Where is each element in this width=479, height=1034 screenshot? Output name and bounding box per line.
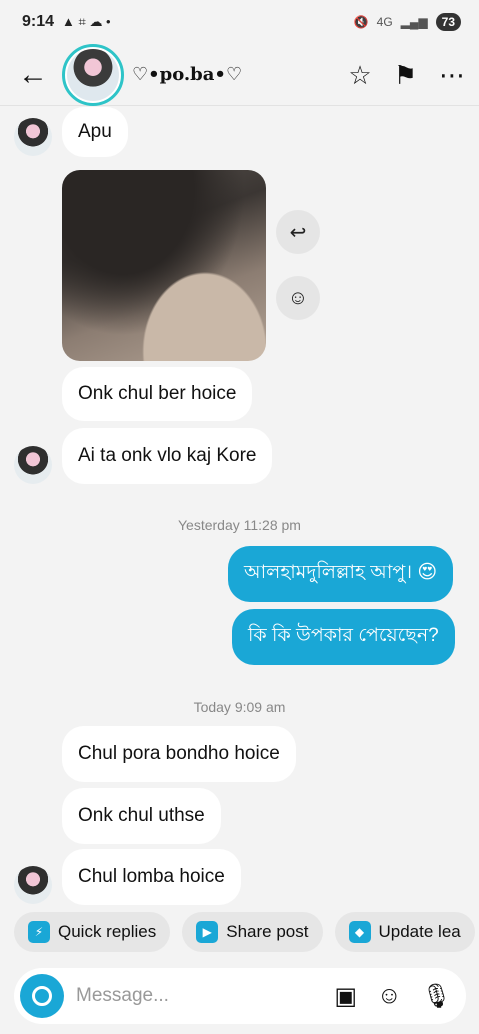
lightning-icon: ⚡ <box>28 921 50 943</box>
contact-avatar[interactable] <box>62 43 124 106</box>
composer-icons: ▣ ☺ 🎙 <box>334 982 452 1011</box>
timestamp: Yesterday 11:28 pm <box>178 517 301 533</box>
message-bubble[interactable]: Chul lomba hoice <box>62 849 241 905</box>
sent-message-bubble[interactable]: আলহামদুলিল্লাহ আপু। 😍 <box>228 546 454 602</box>
microphone-icon[interactable]: 🎙 <box>422 982 452 1011</box>
message-bubble[interactable]: Onk chul ber hoice <box>62 367 253 421</box>
mute-icon: 🔇 <box>353 15 369 29</box>
more-options-icon[interactable]: ⋯ <box>439 62 465 88</box>
sender-avatar[interactable] <box>14 866 52 904</box>
sent-message-bubble[interactable]: কি কি উপকার পেয়েছেন? <box>232 609 455 665</box>
header-actions: ☆ ⚑ ⋯ <box>348 62 465 88</box>
network-label: 4G <box>376 15 393 29</box>
flag-icon[interactable]: ⚑ <box>394 62 417 88</box>
quick-replies-button[interactable]: ⚡ Quick replies <box>14 912 171 952</box>
quick-actions-bar: ⚡ Quick replies ▶ Share post ◆ Update le… <box>14 912 475 952</box>
camera-icon[interactable] <box>20 974 64 1018</box>
share-post-button[interactable]: ▶ Share post <box>182 912 323 952</box>
update-lead-label: Update lea <box>378 922 461 941</box>
message-bubble[interactable]: Ai ta onk vlo kaj Kore <box>62 428 273 484</box>
message-composer: ▣ ☺ 🎙 <box>14 968 466 1024</box>
status-time: 9:14 <box>22 13 55 30</box>
quick-replies-label: Quick replies <box>58 922 157 941</box>
sticker-icon[interactable]: ☺ <box>377 982 402 1011</box>
update-lead-button[interactable]: ◆ Update lea <box>334 912 475 952</box>
message-input[interactable] <box>76 985 296 1007</box>
sender-avatar[interactable] <box>14 118 52 156</box>
gallery-icon[interactable]: ▣ <box>334 982 357 1011</box>
chat-header: ← ♡•po.ba•♡ ☆ ⚑ ⋯ <box>0 43 479 106</box>
battery-badge: 73 <box>435 13 461 31</box>
message-bubble[interactable]: Chul pora bondho hoice <box>62 726 296 782</box>
message-photo[interactable] <box>62 170 266 361</box>
message-bubble[interactable]: Apu <box>62 107 128 157</box>
status-right: 🔇 4G ▂▄▆ 73 <box>354 13 461 31</box>
star-icon[interactable]: ☆ <box>348 62 371 88</box>
status-notification-icons: ▲ ⌗ ☁ • <box>62 14 111 29</box>
timestamp: Today 9:09 am <box>193 699 286 715</box>
avatar-image <box>67 48 119 101</box>
back-arrow-icon[interactable]: ← <box>18 59 50 90</box>
sender-avatar[interactable] <box>14 446 52 484</box>
camera-lens <box>32 986 52 1006</box>
message-bubble[interactable]: Onk chul uthse <box>62 788 221 844</box>
play-icon: ▶ <box>196 921 219 943</box>
contact-name[interactable]: ♡•po.ba•♡ <box>132 64 242 85</box>
react-icon[interactable]: ☺ <box>276 276 320 320</box>
reply-icon[interactable]: ↩ <box>276 210 320 254</box>
share-post-label: Share post <box>226 922 309 941</box>
signal-icon: ▂▄▆ <box>400 15 428 29</box>
tag-icon: ◆ <box>348 921 371 943</box>
status-bar: 9:14 ▲ ⌗ ☁ • 🔇 4G ▂▄▆ 73 <box>0 0 479 44</box>
